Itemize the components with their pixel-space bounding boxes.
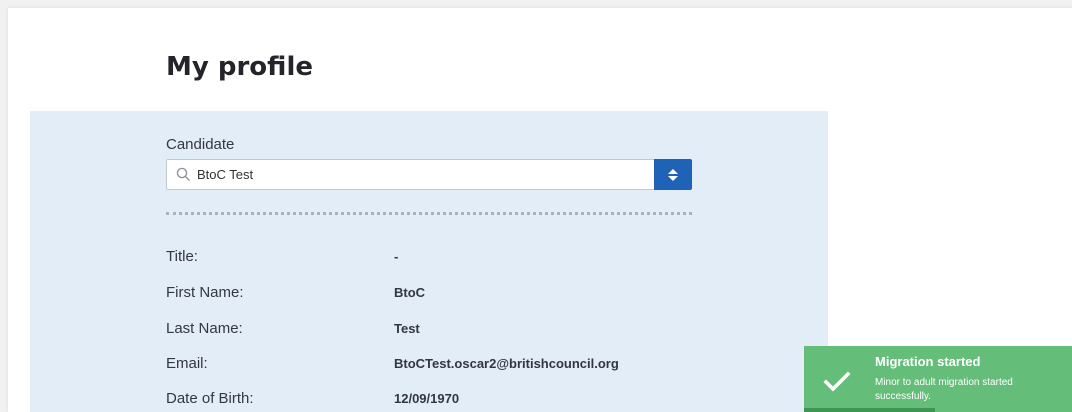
field-value: Test [394, 321, 420, 336]
toast-title: Migration started [875, 354, 981, 369]
field-label: Email: [166, 355, 208, 372]
candidate-select[interactable]: BtoC Test [166, 159, 692, 190]
field-label: Last Name: [166, 320, 243, 337]
field-first-name: First Name: BtoC [166, 284, 726, 304]
field-email: Email: BtoCTest.oscar2@britishcouncil.or… [166, 355, 726, 375]
field-value: BtoC [394, 285, 426, 300]
field-last-name: Last Name: Test [166, 320, 726, 340]
candidate-select-value: BtoC Test [197, 167, 254, 182]
field-value: BtoCTest.oscar2@britishcouncil.org [394, 356, 619, 371]
field-label: Date of Birth: [166, 390, 254, 407]
field-value: - [394, 249, 399, 264]
page-title: My profile [166, 52, 313, 82]
field-date-of-birth: Date of Birth: 12/09/1970 [166, 390, 726, 410]
candidate-label: Candidate [166, 136, 235, 153]
toast-message: Minor to adult migration started success… [875, 377, 1013, 402]
search-icon [175, 167, 191, 183]
field-value: 12/09/1970 [394, 391, 460, 406]
section-divider [166, 212, 692, 215]
field-title: Title: - [166, 248, 726, 268]
field-label: First Name: [166, 284, 244, 301]
up-down-chevron-icon[interactable] [654, 159, 692, 190]
toast-notification[interactable]: Migration started Minor to adult migrati… [804, 346, 1072, 412]
toast-progress-bar [804, 408, 936, 412]
field-label: Title: [166, 248, 198, 265]
check-icon [822, 370, 852, 394]
profile-panel: Candidate BtoC Test Title: - First Name:… [30, 111, 828, 412]
